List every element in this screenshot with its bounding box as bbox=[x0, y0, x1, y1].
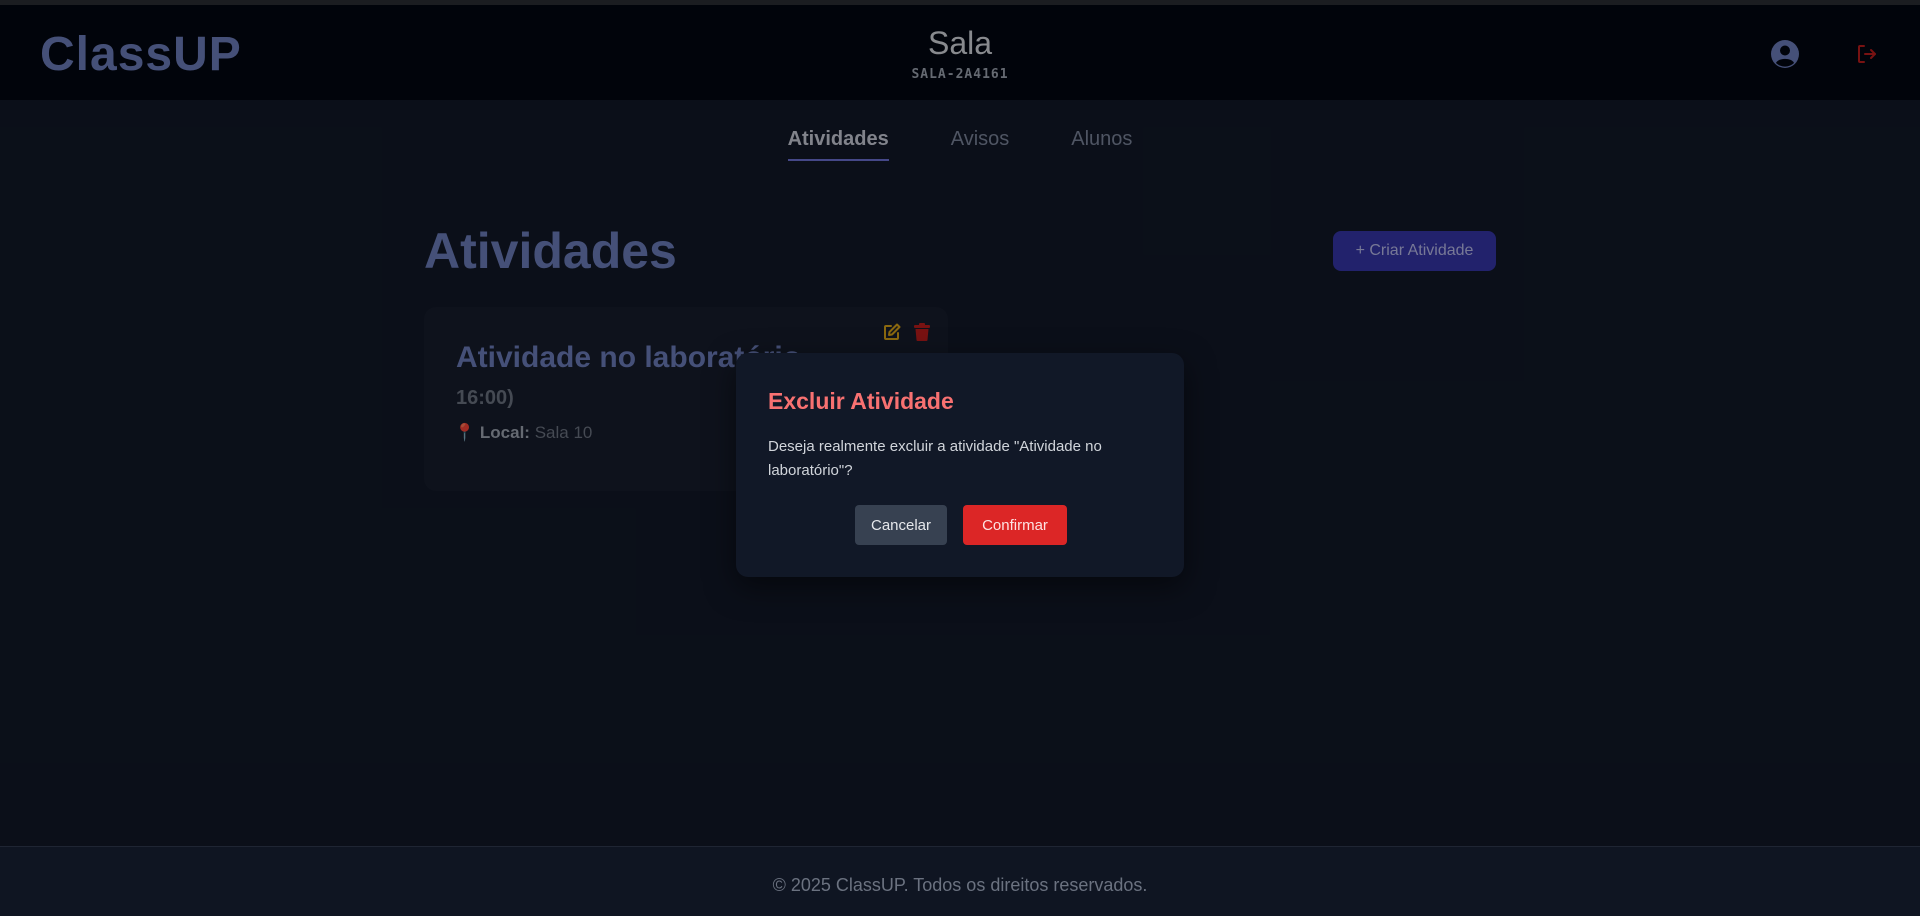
footer-copyright: © 2025 ClassUP. Todos os direitos reserv… bbox=[772, 875, 1148, 895]
delete-confirm-dialog: Excluir Atividade Deseja realmente exclu… bbox=[736, 353, 1184, 577]
page-footer: © 2025 ClassUP. Todos os direitos reserv… bbox=[0, 846, 1920, 916]
confirm-button[interactable]: Confirmar bbox=[963, 505, 1067, 545]
dialog-title: Excluir Atividade bbox=[768, 388, 954, 414]
cancel-button[interactable]: Cancelar bbox=[855, 505, 947, 545]
dialog-message: Deseja realmente excluir a atividade "At… bbox=[768, 438, 1102, 479]
